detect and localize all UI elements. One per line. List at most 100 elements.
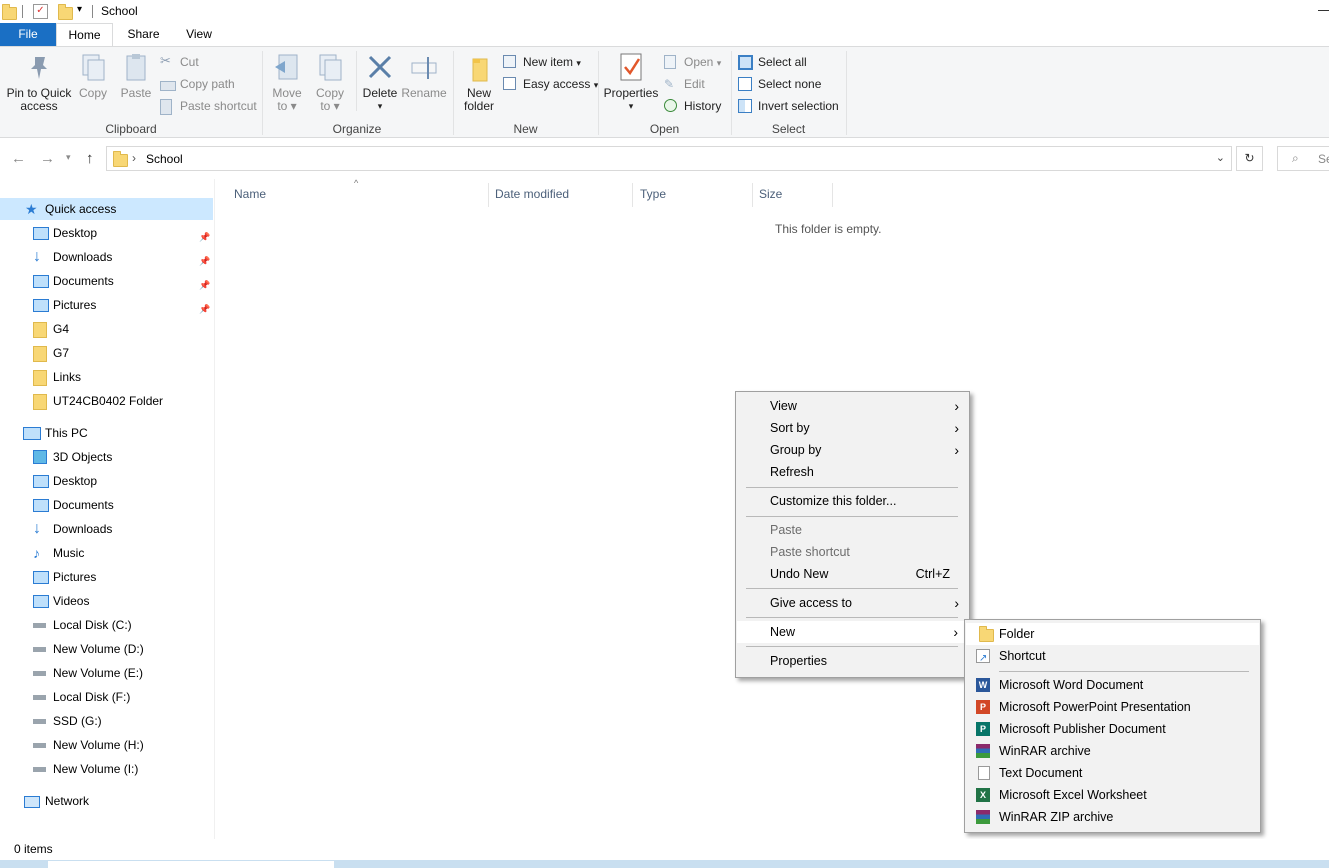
nav-item[interactable]: New Volume (D:) — [0, 638, 213, 660]
refresh-button[interactable]: ↻ — [1236, 146, 1263, 171]
open-button[interactable]: Open ▾ — [664, 52, 721, 72]
properties-dropdown-icon[interactable]: ▾ — [603, 100, 659, 113]
tab-file[interactable]: File — [0, 23, 56, 46]
nav-item[interactable]: New Volume (E:) — [0, 662, 213, 684]
nav-item[interactable]: G7 — [0, 342, 213, 364]
new-folder-button[interactable]: New folder — [458, 51, 500, 113]
column-divider[interactable] — [832, 183, 833, 207]
pin-icon[interactable]: 📌 — [199, 274, 210, 296]
submenu-item-excel[interactable]: X Microsoft Excel Worksheet — [966, 784, 1259, 806]
nav-item[interactable]: ↓ Downloads 📌 — [0, 246, 213, 268]
history-button[interactable]: History — [664, 96, 721, 116]
nav-network[interactable]: Network — [0, 790, 213, 812]
column-divider[interactable] — [632, 183, 633, 207]
submenu-item-shortcut[interactable]: ↗ Shortcut — [966, 645, 1259, 667]
tab-share[interactable]: Share — [116, 23, 171, 46]
delete-dropdown-icon[interactable]: ▾ — [360, 100, 400, 113]
menu-item-new[interactable]: New › — [737, 621, 968, 643]
nav-item[interactable]: Pictures 📌 — [0, 294, 213, 316]
back-arrow-icon[interactable]: ← — [11, 150, 26, 167]
submenu-item-folder[interactable]: Folder — [966, 623, 1259, 645]
nav-item[interactable]: UT24CB0402 Folder — [0, 390, 213, 412]
column-header-name[interactable]: Name — [234, 186, 266, 202]
cut-button[interactable]: ✂ Cut — [160, 52, 199, 72]
nav-item[interactable]: Local Disk (F:) — [0, 686, 213, 708]
minimize-icon[interactable] — [1318, 10, 1329, 11]
select-none-button[interactable]: Select none — [738, 74, 821, 94]
menu-item-properties[interactable]: Properties — [770, 650, 955, 672]
menu-item-view[interactable]: View › — [770, 395, 959, 417]
move-to-button[interactable]: Move to ▾ — [268, 51, 306, 113]
nav-item[interactable]: Pictures — [0, 566, 213, 588]
tab-home[interactable]: Home — [56, 23, 113, 46]
column-divider[interactable] — [488, 183, 489, 207]
properties-button[interactable]: Properties ▾ — [603, 51, 659, 113]
nav-label: New Volume (H:) — [53, 738, 144, 752]
nav-item[interactable]: ♪ Music — [0, 542, 213, 564]
customize-toolbar-icon[interactable]: ▾ — [77, 4, 82, 15]
column-header-date-modified[interactable]: Date modified — [495, 186, 569, 202]
invert-selection-label: Invert selection — [758, 99, 839, 113]
pin-icon[interactable]: 📌 — [199, 226, 210, 248]
menu-item-give-access[interactable]: Give access to › — [770, 592, 959, 614]
nav-item[interactable]: New Volume (I:) — [0, 758, 213, 780]
nav-item[interactable]: 3D Objects — [0, 446, 213, 468]
delete-button[interactable]: Delete ▾ — [360, 51, 400, 113]
copy-path-button[interactable]: Copy path — [160, 74, 235, 94]
pin-to-quick-access-button[interactable]: Pin to Quick access — [4, 51, 74, 113]
menu-item-paste[interactable]: Paste — [770, 519, 955, 541]
up-arrow-icon[interactable]: ↑ — [86, 150, 94, 167]
forward-arrow-icon[interactable]: → — [40, 150, 55, 167]
nav-quick-access[interactable]: ★ Quick access — [0, 198, 213, 220]
properties-check-icon[interactable]: ✓ — [33, 4, 48, 19]
nav-item[interactable]: Local Disk (C:) — [0, 614, 213, 636]
nav-item[interactable]: Desktop — [0, 470, 213, 492]
nav-item[interactable]: New Volume (H:) — [0, 734, 213, 756]
new-folder-icon[interactable] — [58, 4, 73, 20]
submenu-item-publisher[interactable]: P Microsoft Publisher Document — [966, 718, 1259, 740]
nav-item[interactable]: Documents 📌 — [0, 270, 213, 292]
column-header-size[interactable]: Size — [759, 186, 782, 202]
easy-access-button[interactable]: Easy access ▾ — [503, 74, 598, 94]
nav-item[interactable]: Links — [0, 366, 213, 388]
pin-icon[interactable]: 📌 — [199, 250, 210, 272]
breadcrumb-chevron-icon[interactable]: › — [132, 151, 136, 165]
pin-icon[interactable]: 📌 — [199, 298, 210, 320]
menu-item-refresh[interactable]: Refresh — [770, 461, 955, 483]
nav-item[interactable]: Desktop 📌 — [0, 222, 213, 244]
submenu-item-winrar-zip[interactable]: WinRAR ZIP archive — [966, 806, 1259, 828]
invert-selection-button[interactable]: Invert selection — [738, 96, 839, 116]
submenu-item-text-document[interactable]: Text Document — [966, 762, 1259, 784]
new-item-button[interactable]: New item ▾ — [503, 52, 581, 72]
submenu-item-word[interactable]: W Microsoft Word Document — [966, 674, 1259, 696]
submenu-item-winrar[interactable]: WinRAR archive — [966, 740, 1259, 762]
copy-to-button[interactable]: Copy to ▾ — [311, 51, 349, 113]
address-dropdown-chevron-icon[interactable]: ⌄ — [1216, 151, 1225, 164]
menu-item-paste-shortcut[interactable]: Paste shortcut — [770, 541, 955, 563]
taskbar-window-preview[interactable] — [48, 861, 334, 868]
paste-button[interactable]: Paste — [118, 51, 154, 100]
breadcrumb-school[interactable]: School — [146, 152, 183, 166]
nav-item[interactable]: SSD (G:) — [0, 710, 213, 732]
edit-button[interactable]: ✎ Edit — [664, 74, 705, 94]
tab-view[interactable]: View — [175, 23, 223, 46]
menu-item-group-by[interactable]: Group by › — [770, 439, 959, 461]
rename-button[interactable]: Rename — [401, 51, 447, 100]
recent-locations-chevron-icon[interactable]: ▾ — [66, 152, 71, 163]
address-bar[interactable]: › School ⌄ — [106, 146, 1232, 171]
paste-shortcut-button[interactable]: Paste shortcut — [160, 96, 257, 116]
column-header-type[interactable]: Type — [640, 186, 666, 202]
search-input[interactable]: ⌕ Se — [1277, 146, 1329, 171]
submenu-item-powerpoint[interactable]: P Microsoft PowerPoint Presentation — [966, 696, 1259, 718]
column-divider[interactable] — [752, 183, 753, 207]
select-all-button[interactable]: Select all — [738, 52, 807, 72]
menu-item-sort-by[interactable]: Sort by › — [770, 417, 959, 439]
menu-item-undo-new[interactable]: Undo New Ctrl+Z — [770, 563, 955, 585]
nav-item[interactable]: Documents — [0, 494, 213, 516]
nav-item[interactable]: ↓ Downloads — [0, 518, 213, 540]
menu-item-customize-folder[interactable]: Customize this folder... — [770, 490, 955, 512]
nav-item[interactable]: Videos — [0, 590, 213, 612]
nav-item[interactable]: G4 — [0, 318, 213, 340]
nav-this-pc[interactable]: This PC — [0, 422, 213, 444]
copy-button[interactable]: Copy — [76, 51, 110, 100]
